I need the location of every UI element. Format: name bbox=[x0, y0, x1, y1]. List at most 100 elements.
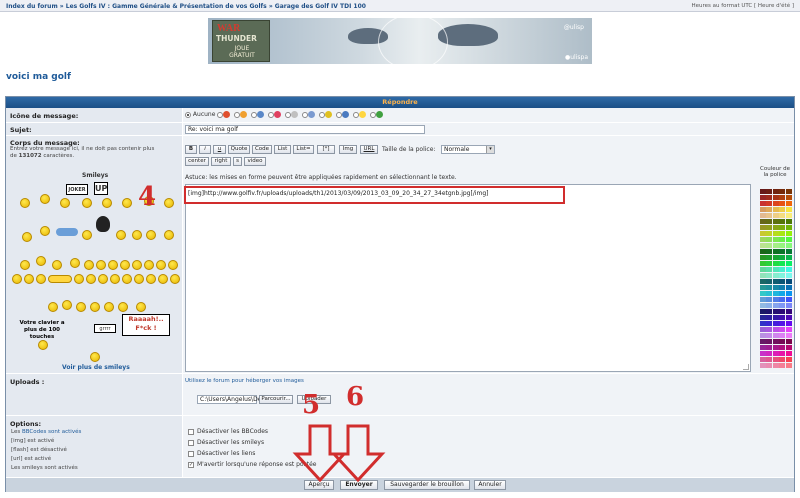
smiley-icon[interactable] bbox=[86, 274, 96, 284]
color-swatch[interactable] bbox=[779, 195, 786, 200]
color-swatch[interactable] bbox=[766, 321, 773, 326]
color-swatch[interactable] bbox=[785, 327, 792, 332]
bbcode-strike-button[interactable]: s bbox=[233, 157, 242, 166]
icon-radio[interactable] bbox=[369, 111, 376, 118]
color-swatch[interactable] bbox=[779, 327, 786, 332]
color-swatch[interactable] bbox=[760, 297, 766, 302]
color-swatch[interactable] bbox=[785, 189, 792, 194]
smiley-icon[interactable] bbox=[96, 260, 106, 270]
color-swatch[interactable] bbox=[766, 225, 773, 230]
color-swatch[interactable] bbox=[785, 273, 792, 278]
color-swatch[interactable] bbox=[760, 309, 766, 314]
bbcode-center-button[interactable]: center bbox=[185, 157, 209, 166]
color-swatch[interactable] bbox=[785, 315, 792, 320]
color-swatch[interactable] bbox=[785, 231, 792, 236]
smiley-icon[interactable] bbox=[168, 260, 178, 270]
color-swatch[interactable] bbox=[779, 315, 786, 320]
color-swatch[interactable] bbox=[785, 321, 792, 326]
smiley-icon[interactable] bbox=[20, 198, 30, 208]
color-swatch[interactable] bbox=[766, 303, 773, 308]
smiley-icon[interactable] bbox=[132, 260, 142, 270]
smiley-icon[interactable] bbox=[12, 274, 22, 284]
smiley-icon[interactable] bbox=[22, 232, 32, 242]
color-swatch[interactable] bbox=[760, 357, 766, 362]
color-swatch[interactable] bbox=[760, 267, 766, 272]
color-swatch[interactable] bbox=[766, 333, 773, 338]
smiley-icon[interactable] bbox=[62, 300, 72, 310]
color-swatch[interactable] bbox=[766, 249, 773, 254]
smiley-icon[interactable] bbox=[122, 198, 132, 208]
color-palette[interactable] bbox=[760, 189, 792, 369]
color-swatch[interactable] bbox=[785, 207, 792, 212]
color-swatch[interactable] bbox=[760, 327, 766, 332]
color-swatch[interactable] bbox=[772, 321, 779, 326]
bbcode-bold-button[interactable]: B bbox=[185, 145, 197, 154]
smiley-icon[interactable] bbox=[56, 228, 78, 236]
subject-input[interactable]: Re: voici ma golf bbox=[185, 125, 425, 134]
smiley-icon[interactable] bbox=[52, 260, 62, 270]
smiley-icon[interactable] bbox=[84, 260, 94, 270]
color-swatch[interactable] bbox=[785, 309, 792, 314]
color-swatch[interactable] bbox=[760, 201, 766, 206]
color-swatch[interactable] bbox=[779, 351, 786, 356]
color-swatch[interactable] bbox=[760, 351, 766, 356]
color-swatch[interactable] bbox=[779, 207, 786, 212]
smiley-icon[interactable] bbox=[136, 302, 146, 312]
color-swatch[interactable] bbox=[760, 339, 766, 344]
smiley-icon[interactable] bbox=[164, 230, 174, 240]
smiley-icon[interactable] bbox=[102, 198, 112, 208]
color-swatch[interactable] bbox=[766, 297, 773, 302]
color-swatch[interactable] bbox=[785, 195, 792, 200]
smiley-icon[interactable] bbox=[108, 260, 118, 270]
color-swatch[interactable] bbox=[779, 303, 786, 308]
color-swatch[interactable] bbox=[779, 279, 786, 284]
color-swatch[interactable] bbox=[766, 363, 773, 368]
color-swatch[interactable] bbox=[772, 285, 779, 290]
smiley-icon[interactable] bbox=[144, 260, 154, 270]
color-swatch[interactable] bbox=[766, 273, 773, 278]
color-swatch[interactable] bbox=[772, 273, 779, 278]
smiley-icon[interactable] bbox=[24, 274, 34, 284]
color-swatch[interactable] bbox=[772, 231, 779, 236]
color-swatch[interactable] bbox=[766, 351, 773, 356]
color-swatch[interactable] bbox=[760, 333, 766, 338]
disable-smileys-option[interactable]: Désactiver les smileys bbox=[188, 439, 264, 446]
color-swatch[interactable] bbox=[779, 321, 786, 326]
color-swatch[interactable] bbox=[760, 237, 766, 242]
smiley-icon[interactable] bbox=[90, 352, 100, 362]
color-swatch[interactable] bbox=[772, 291, 779, 296]
color-swatch[interactable] bbox=[779, 285, 786, 290]
color-swatch[interactable] bbox=[766, 357, 773, 362]
disable-smileys-checkbox[interactable] bbox=[188, 439, 194, 446]
bbcode-italic-button[interactable]: i bbox=[199, 145, 211, 154]
color-swatch[interactable] bbox=[779, 231, 786, 236]
smiley-icon[interactable] bbox=[134, 274, 144, 284]
smiley-icon[interactable] bbox=[118, 302, 128, 312]
color-swatch[interactable] bbox=[766, 231, 773, 236]
keyboard-banner-smiley[interactable]: Votre clavier a plus de 100 touches bbox=[12, 320, 72, 341]
color-swatch[interactable] bbox=[766, 261, 773, 266]
browse-button[interactable]: Parcourir... bbox=[259, 395, 293, 404]
color-swatch[interactable] bbox=[772, 351, 779, 356]
color-swatch[interactable] bbox=[766, 339, 773, 344]
color-swatch[interactable] bbox=[785, 297, 792, 302]
color-swatch[interactable] bbox=[772, 327, 779, 332]
color-swatch[interactable] bbox=[779, 291, 786, 296]
color-swatch[interactable] bbox=[766, 213, 773, 218]
disable-links-option[interactable]: Désactiver les liens bbox=[188, 450, 255, 457]
color-swatch[interactable] bbox=[760, 243, 766, 248]
bbcode-list-button[interactable]: List bbox=[274, 145, 291, 154]
color-swatch[interactable] bbox=[766, 189, 773, 194]
smiley-icon[interactable] bbox=[116, 230, 126, 240]
cancel-button[interactable]: Annuler bbox=[474, 480, 506, 490]
smiley-icon[interactable] bbox=[20, 260, 30, 270]
color-swatch[interactable] bbox=[785, 303, 792, 308]
color-swatch[interactable] bbox=[760, 345, 766, 350]
color-swatch[interactable] bbox=[760, 321, 766, 326]
color-swatch[interactable] bbox=[779, 345, 786, 350]
color-swatch[interactable] bbox=[760, 225, 766, 230]
color-swatch[interactable] bbox=[785, 339, 792, 344]
color-swatch[interactable] bbox=[760, 195, 766, 200]
color-swatch[interactable] bbox=[760, 219, 766, 224]
color-swatch[interactable] bbox=[779, 273, 786, 278]
